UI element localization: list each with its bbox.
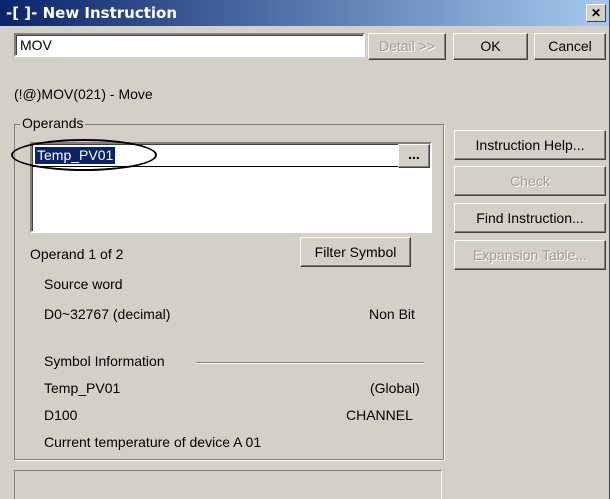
status-field xyxy=(14,470,442,499)
find-instruction-button[interactable]: Find Instruction... xyxy=(454,203,606,233)
browse-button[interactable]: ... xyxy=(398,144,430,168)
symbol-data-type: CHANNEL xyxy=(346,407,413,423)
cancel-button[interactable]: Cancel xyxy=(534,33,606,60)
expansion-table-button[interactable]: Expansion Table... xyxy=(454,240,606,270)
filter-symbol-button[interactable]: Filter Symbol xyxy=(300,237,411,267)
instruction-help-button[interactable]: Instruction Help... xyxy=(454,130,606,160)
highlight-ellipse xyxy=(11,139,157,171)
ok-button[interactable]: OK xyxy=(453,33,528,60)
close-icon[interactable]: ✕ xyxy=(586,4,606,22)
symbol-comment: Current temperature of device A 01 xyxy=(44,434,262,450)
operand-bit-type: Non Bit xyxy=(369,306,415,322)
operands-group-label: Operands xyxy=(20,115,86,131)
instruction-description: (!@)MOV(021) - Move xyxy=(14,86,153,102)
instruction-input[interactable]: MOV xyxy=(14,33,365,57)
detail-button[interactable]: Detail >> xyxy=(368,33,446,60)
symbol-info-label: Symbol Information xyxy=(44,353,165,369)
operand-range: D0~32767 (decimal) xyxy=(44,306,171,322)
check-button[interactable]: Check xyxy=(454,166,606,196)
symbol-name: Temp_PV01 xyxy=(44,380,121,396)
operand-description: Source word xyxy=(44,276,123,292)
symbol-info-separator xyxy=(196,362,424,364)
instruction-input-value: MOV xyxy=(20,37,52,53)
window-title: -[ ]- New Instruction xyxy=(6,4,178,22)
operand-position: Operand 1 of 2 xyxy=(30,246,124,262)
symbol-address: D100 xyxy=(44,407,78,423)
symbol-scope: (Global) xyxy=(370,380,420,396)
new-instruction-dialog: -[ ]- New Instruction ✕ MOV Detail >> OK… xyxy=(0,0,610,499)
title-bar[interactable]: -[ ]- New Instruction ✕ xyxy=(0,0,609,26)
